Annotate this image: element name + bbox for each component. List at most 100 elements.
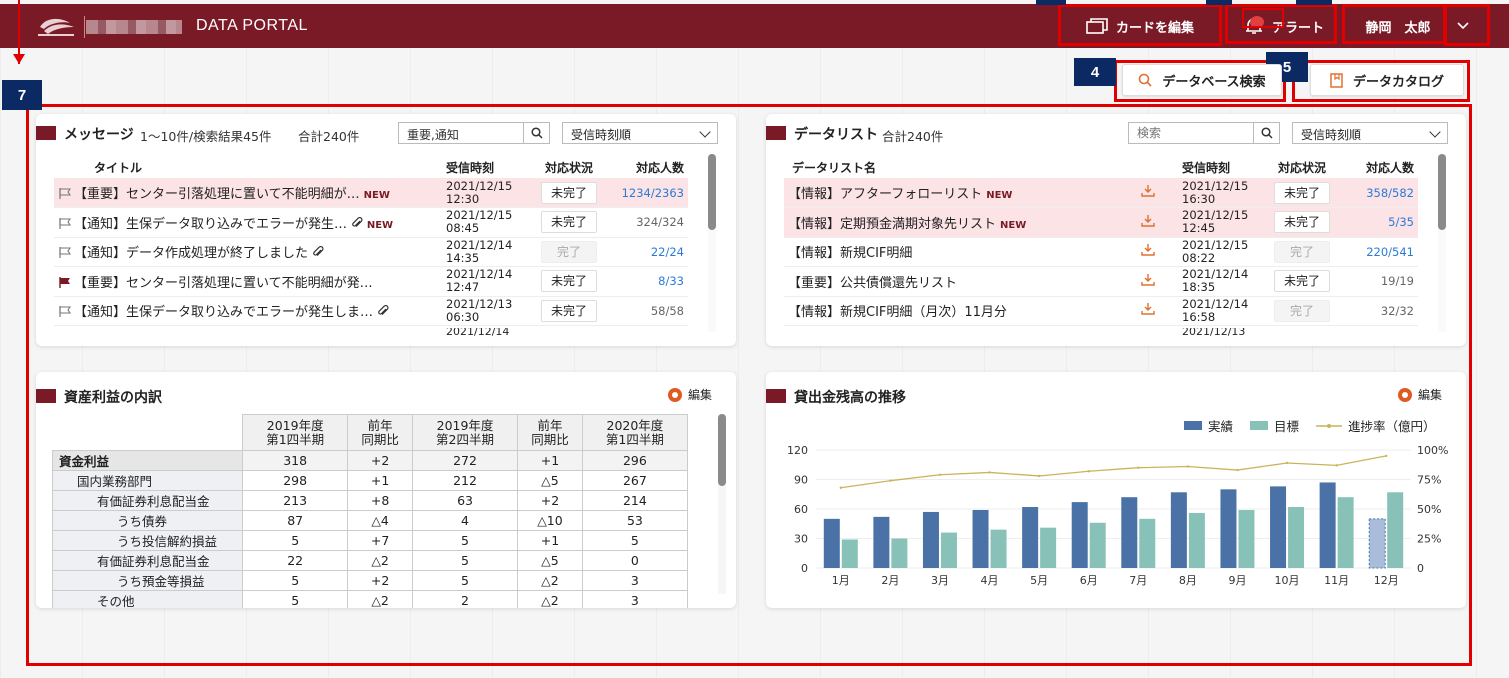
asset-row: 有価証券利息配当金 22 △2 5 △5 0	[51, 550, 689, 571]
table-row[interactable]: 【重要】センター引落処理に置いて不能明細が発… 2021/12/14 12:47 未完…	[54, 266, 688, 297]
table-row[interactable]: 【情報】アフターフォローリスト NEW 2021/12/15 16:30 未完了 358/…	[784, 178, 1418, 208]
y-right-tick-label: 100%	[1417, 444, 1448, 457]
response-count[interactable]: 22/24	[604, 237, 688, 267]
asset-row-label: 有価証券利息配当金	[51, 490, 244, 511]
y-right-tick-label: 50%	[1417, 503, 1441, 516]
datalist-name[interactable]: 【情報】アフターフォローリスト	[788, 187, 982, 202]
bank-logo-icon	[38, 18, 74, 36]
response-count[interactable]: 1234/2363	[604, 178, 688, 208]
asset-row-label: 資金利益	[51, 450, 244, 471]
table-row[interactable]: 【通知】生保データ取り込みでエラーが発生… NEW 2021/12/15 08:45…	[54, 207, 688, 238]
loan-edit-button[interactable]: 編集	[1398, 386, 1442, 403]
download-cell	[1118, 296, 1178, 326]
user-menu-toggle[interactable]	[1448, 4, 1478, 48]
loan-card-title: 貸出金残高の推移	[794, 390, 906, 406]
flag-filled-icon[interactable]	[58, 276, 72, 288]
message-partial-row-date: 2021/12/14	[446, 328, 510, 338]
status-button[interactable]: 未完了	[1274, 270, 1330, 293]
download-icon[interactable]	[1141, 244, 1155, 260]
rate-point	[1236, 468, 1239, 472]
flag-outline-icon[interactable]	[58, 217, 72, 229]
datalist-scroll-thumb[interactable]	[1438, 154, 1446, 230]
datalist-name[interactable]: 【情報】新規CIF明細	[788, 246, 912, 261]
datalist-name[interactable]: 【情報】定期預金満期対象先リスト	[788, 217, 996, 232]
response-count[interactable]: 220/541	[1336, 237, 1418, 267]
y-left-tick-label: 30	[794, 533, 808, 546]
edit-cards-button[interactable]: カードを編集	[1064, 4, 1216, 48]
datalist-name[interactable]: 【情報】新規CIF明細（月次）11月分	[788, 305, 1007, 320]
asset-value-cell: 5	[581, 530, 689, 551]
app-header: DATA PORTAL カードを編集 アラート 静岡 太郎	[0, 4, 1509, 48]
table-row[interactable]: 【通知】データ作成処理が終了しました 2021/12/14 14:35 完了 22/2…	[54, 237, 688, 267]
response-count[interactable]: 358/582	[1336, 178, 1418, 208]
table-row[interactable]: 【情報】新規CIF明細 2021/12/15 08:22 完了 220/541	[784, 237, 1418, 267]
status-button[interactable]: 未完了	[541, 181, 597, 204]
cards-icon	[1086, 18, 1108, 34]
message-title[interactable]: 【通知】データ作成処理が終了しました	[74, 246, 308, 261]
chevron-down-icon	[699, 126, 711, 138]
alert-label: アラート	[1271, 20, 1324, 36]
database-search-button[interactable]: データベース検索	[1122, 64, 1282, 96]
legend-label: 実績	[1208, 419, 1234, 434]
received-time-cell: 2021/12/14 14:35	[442, 237, 534, 267]
status-button[interactable]: 完了	[1274, 240, 1330, 263]
datalist-search-button[interactable]	[1254, 122, 1280, 144]
bar-actual	[1022, 507, 1039, 568]
status-button[interactable]: 未完了	[541, 270, 597, 293]
message-title-cell: 【通知】生保データ取り込みでエラーが発生しま…	[54, 296, 442, 326]
asset-scroll-thumb[interactable]	[718, 414, 726, 486]
status-button[interactable]: 完了	[541, 240, 597, 263]
table-row[interactable]: 【情報】定期預金満期対象先リスト NEW 2021/12/15 12:45 未完了 5/3…	[784, 207, 1418, 238]
response-count[interactable]: 5/35	[1336, 207, 1418, 238]
table-row[interactable]: 【通知】生保データ取り込みでエラーが発生しま… 2021/12/13 06:30 未…	[54, 296, 688, 326]
datalist-name[interactable]: 【重要】公共債償還先リスト	[788, 276, 957, 291]
datalist-table: データリスト名 受信時刻 対応状況 対応人数 【情報】アフターフォローリスト NE…	[784, 156, 1418, 326]
datalist-search-input[interactable]	[1128, 122, 1254, 144]
received-time: 16:30	[1182, 191, 1216, 206]
table-row[interactable]: 【重要】公共債償還先リスト 2021/12/14 18:35 未完了 19/19	[784, 266, 1418, 297]
flag-outline-icon[interactable]	[58, 188, 72, 199]
message-title[interactable]: 【通知】生保データ取り込みでエラーが発生…	[74, 217, 347, 232]
legend-swatch	[1250, 421, 1268, 430]
loan-chart: 0 30 60 90 120 0 25% 50% 75% 100% 1月 2月 3月 4月 5月 6月 7月 8月…	[787, 444, 1448, 587]
asset-value-cell: △2	[347, 590, 413, 608]
message-search-input[interactable]: 重要,通知	[398, 122, 524, 144]
status-button[interactable]: 未完了	[541, 211, 597, 234]
status-button[interactable]: 未完了	[1274, 211, 1330, 234]
user-menu[interactable]: 静岡 太郎	[1350, 4, 1446, 48]
received-time-cell: 2021/12/14 18:35	[1178, 266, 1268, 297]
asset-value-cell: 5	[411, 570, 519, 591]
gear-icon	[668, 387, 682, 402]
column-header: 受信時刻	[1182, 160, 1231, 175]
response-count[interactable]: 8/33	[604, 266, 688, 297]
status-button[interactable]: 完了	[1274, 299, 1330, 322]
flag-outline-icon[interactable]	[58, 247, 72, 259]
download-icon[interactable]	[1141, 273, 1155, 290]
status-button[interactable]: 未完了	[541, 299, 597, 322]
table-row[interactable]: 【重要】センター引落処理に置いて不能明細が… NEW 2021/12/15 12:30…	[54, 178, 688, 208]
x-tick-label: 10月	[1275, 574, 1300, 587]
download-icon[interactable]	[1141, 214, 1155, 231]
asset-value-cell: 2	[411, 590, 519, 608]
asset-row: 国内業務部門 298 +1 212 △5 267	[51, 470, 689, 491]
message-scroll-thumb[interactable]	[708, 154, 716, 230]
data-catalog-button[interactable]: データカタログ	[1310, 64, 1464, 96]
alert-button[interactable]: アラート	[1228, 4, 1340, 48]
download-icon[interactable]	[1141, 185, 1155, 201]
asset-edit-button[interactable]: 編集	[668, 386, 712, 403]
asset-edit-label: 編集	[688, 388, 713, 402]
download-icon[interactable]	[1141, 303, 1155, 319]
table-row[interactable]: 【情報】新規CIF明細（月次）11月分 2021/12/14 16:58 完了 32/3…	[784, 296, 1418, 326]
asset-table: 2019年度 第1四半期 前年 同期比 2019年度 第2四半期 前年 同期比 2020年度 第1…	[51, 414, 689, 608]
status-button[interactable]: 未完了	[1274, 181, 1330, 204]
message-search-button[interactable]	[524, 122, 550, 144]
asset-row-label: 有価証券利息配当金	[51, 550, 244, 571]
message-title[interactable]: 【重要】センター引落処理に置いて不能明細が発…	[74, 276, 373, 291]
message-title[interactable]: 【重要】センター引落処理に置いて不能明細が…	[74, 187, 360, 202]
message-sort-select[interactable]: 受信時刻順	[562, 122, 718, 144]
message-title[interactable]: 【通知】生保データ取り込みでエラーが発生しま…	[74, 305, 373, 320]
received-time: 12:45	[1182, 221, 1216, 236]
datalist-sort-select[interactable]: 受信時刻順	[1292, 122, 1448, 144]
bar-target	[940, 532, 957, 568]
flag-outline-icon[interactable]	[58, 306, 72, 318]
